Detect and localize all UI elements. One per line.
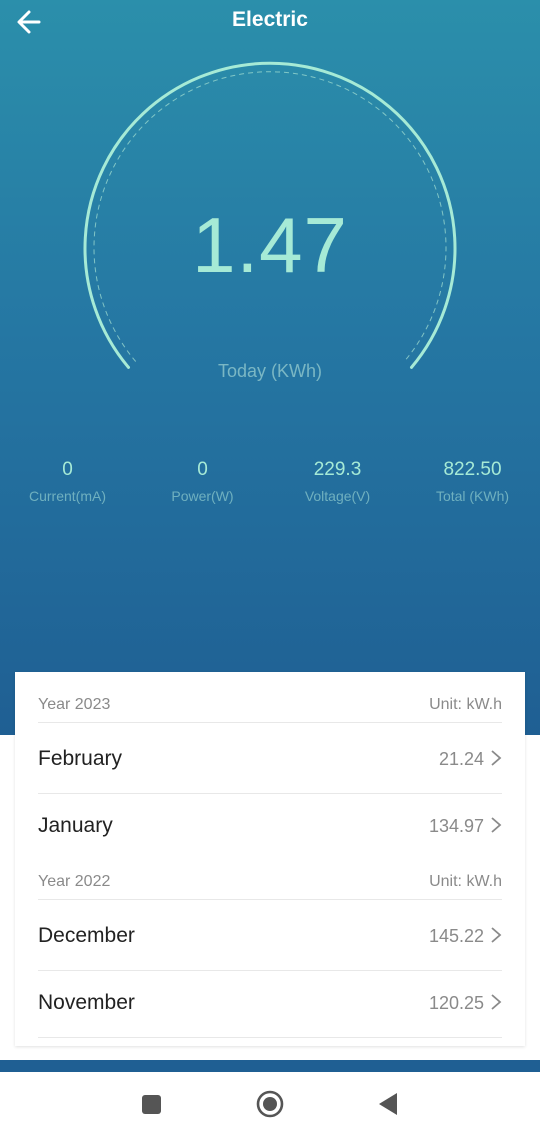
year-title: Year 2022 (38, 873, 111, 890)
stat-current-value: 0 (62, 459, 73, 480)
system-nav-bar (0, 1072, 540, 1136)
back-triangle-icon (379, 1093, 397, 1115)
stat-current-label: Current(mA) (28, 488, 106, 504)
stats-row: 0 Current(mA) 0 Power(W) 229.3 Voltage(V… (0, 456, 540, 516)
home-circle-icon (256, 1090, 284, 1118)
year-header-2022: Year 2022 Unit: kW.h (38, 849, 502, 900)
chevron-right-icon (491, 750, 502, 766)
hero-bottom-strip (0, 1060, 540, 1072)
month-row-december[interactable]: December 145.22 (38, 904, 502, 971)
stat-voltage-value: 229.3 (313, 459, 362, 480)
month-row-november[interactable]: November 120.25 (38, 971, 502, 1038)
unit-label: Unit: kW.h (429, 873, 502, 890)
stat-total: 822.50 Total (KWh) (405, 456, 540, 504)
month-value: 120.25 (428, 993, 484, 1013)
today-energy-label: Today (KWh) (217, 361, 323, 381)
recents-square-icon (142, 1095, 161, 1114)
stat-total-label: Total (KWh) (435, 488, 510, 504)
chevron-right-icon (491, 817, 502, 833)
recents-button[interactable] (133, 1086, 169, 1122)
month-row-february[interactable]: February 21.24 (38, 727, 502, 794)
stat-voltage-label: Voltage(V) (304, 488, 371, 504)
chevron-right-icon (491, 994, 502, 1010)
back-nav-button[interactable] (370, 1086, 406, 1122)
stat-power-value: 0 (197, 459, 208, 480)
year-title: Year 2023 (38, 696, 111, 713)
month-value: 134.97 (428, 816, 484, 836)
stat-current: 0 Current(mA) (0, 456, 135, 504)
today-energy-value: 1.47 (192, 201, 348, 289)
month-value: 21.24 (438, 749, 484, 769)
month-name: December (38, 924, 135, 947)
month-value: 145.22 (428, 926, 484, 946)
month-name: November (38, 991, 135, 1014)
history-card: Year 2023 Unit: kW.h February 21.24 Janu… (15, 672, 525, 1046)
month-name: February (38, 747, 123, 770)
stat-voltage: 229.3 Voltage(V) (270, 456, 405, 504)
home-button[interactable] (252, 1086, 288, 1122)
stat-power-label: Power(W) (171, 488, 234, 504)
stat-power: 0 Power(W) (135, 456, 270, 504)
year-header-2023: Year 2023 Unit: kW.h (38, 672, 502, 723)
month-name: January (38, 814, 113, 837)
unit-label: Unit: kW.h (429, 696, 502, 713)
stat-total-value: 822.50 (443, 459, 502, 480)
chevron-right-icon (491, 927, 502, 943)
